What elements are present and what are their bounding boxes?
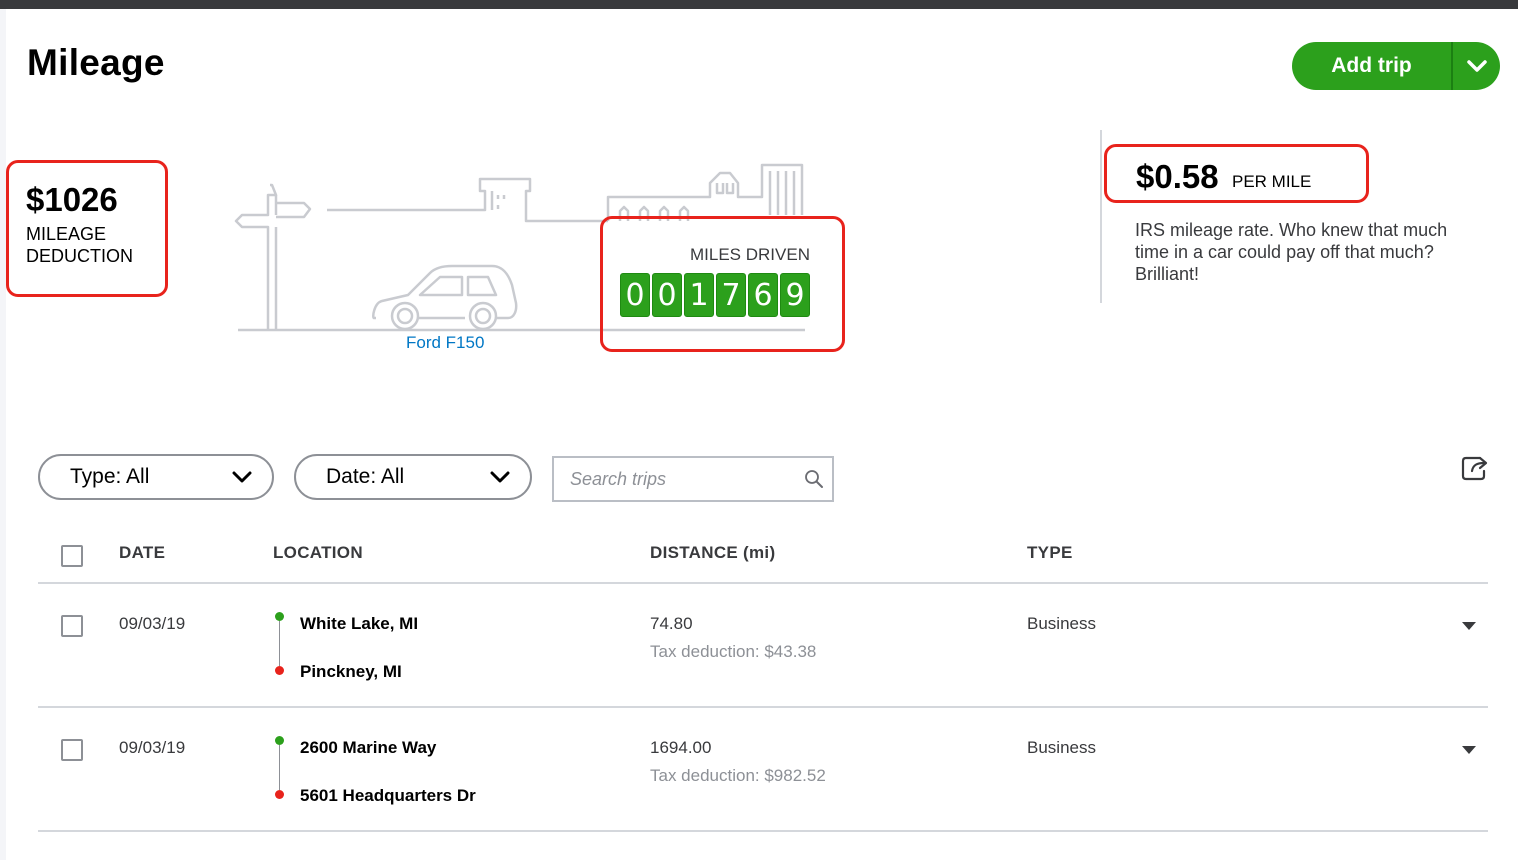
odometer-digit: 6	[748, 273, 778, 317]
column-header-type[interactable]: TYPE	[1027, 543, 1073, 563]
trip-date: 09/03/19	[119, 614, 186, 633]
miles-driven-label: MILES DRIVEN	[690, 245, 810, 264]
top-bar	[0, 0, 1518, 9]
trip-tax-deduction: Tax deduction: $982.52	[650, 766, 826, 785]
search-input[interactable]	[568, 467, 792, 491]
date-filter-label: Date: All	[326, 465, 405, 488]
mileage-rate-description: IRS mileage rate. Who knew that much tim…	[1135, 220, 1448, 284]
trip-distance: 74.80	[650, 614, 693, 633]
mileage-deduction-label: MILEAGE DEDUCTION	[26, 224, 133, 266]
column-header-date[interactable]: DATE	[119, 543, 165, 563]
row-expand-caret-icon[interactable]	[1461, 745, 1477, 755]
search-icon[interactable]	[804, 469, 824, 489]
chevron-down-icon	[490, 471, 510, 483]
row-checkbox[interactable]	[61, 615, 83, 637]
odometer-digit: 7	[716, 273, 746, 317]
trip-end-location: 5601 Headquarters Dr	[300, 786, 476, 805]
trip-start-location: White Lake, MI	[300, 614, 419, 633]
odometer-digit: 1	[684, 273, 714, 317]
add-trip-split-button: Add trip	[1292, 42, 1500, 90]
add-trip-button[interactable]: Add trip	[1292, 42, 1451, 90]
chevron-down-icon	[232, 471, 252, 483]
start-location-dot	[275, 736, 284, 745]
mileage-rate-unit: PER MILE	[1232, 172, 1312, 191]
trip-tax-deduction: Tax deduction: $43.38	[650, 642, 817, 661]
type-filter-dropdown[interactable]: Type: All	[38, 454, 274, 500]
vehicle-link[interactable]: Ford F150	[406, 333, 484, 353]
header-divider	[38, 582, 1488, 584]
odometer-digit: 0	[652, 273, 682, 317]
type-filter-label: Type: All	[70, 465, 150, 488]
odometer-digit: 0	[620, 273, 650, 317]
mileage-deduction-amount: $1026	[26, 181, 118, 218]
row-divider	[38, 830, 1488, 832]
odometer: 0 0 1 7 6 9	[620, 273, 810, 317]
route-line	[279, 745, 280, 790]
route-line	[279, 621, 280, 666]
trip-end-location: Pinckney, MI	[300, 662, 402, 681]
trip-date: 09/03/19	[119, 738, 186, 757]
export-icon[interactable]	[1460, 454, 1490, 482]
trip-start-location: 2600 Marine Way	[300, 738, 437, 757]
add-trip-dropdown-button[interactable]	[1453, 42, 1500, 90]
date-filter-dropdown[interactable]: Date: All	[294, 454, 532, 500]
odometer-digit: 9	[780, 273, 810, 317]
end-location-dot	[275, 790, 284, 799]
end-location-dot	[275, 666, 284, 675]
column-header-distance[interactable]: DISTANCE (mi)	[650, 543, 775, 563]
select-all-checkbox[interactable]	[61, 545, 83, 567]
row-divider	[38, 706, 1488, 708]
row-expand-caret-icon[interactable]	[1461, 621, 1477, 631]
page-title: Mileage	[27, 42, 165, 83]
row-checkbox[interactable]	[61, 739, 83, 761]
mileage-rate-amount: $0.58	[1136, 158, 1219, 195]
start-location-dot	[275, 612, 284, 621]
column-header-location[interactable]: LOCATION	[273, 543, 363, 563]
trip-distance: 1694.00	[650, 738, 712, 757]
search-box	[552, 456, 834, 502]
trip-type: Business	[1027, 738, 1096, 757]
trip-type: Business	[1027, 614, 1096, 633]
left-edge	[0, 9, 6, 860]
chevron-down-icon	[1466, 60, 1487, 72]
summary-divider	[1100, 130, 1102, 303]
